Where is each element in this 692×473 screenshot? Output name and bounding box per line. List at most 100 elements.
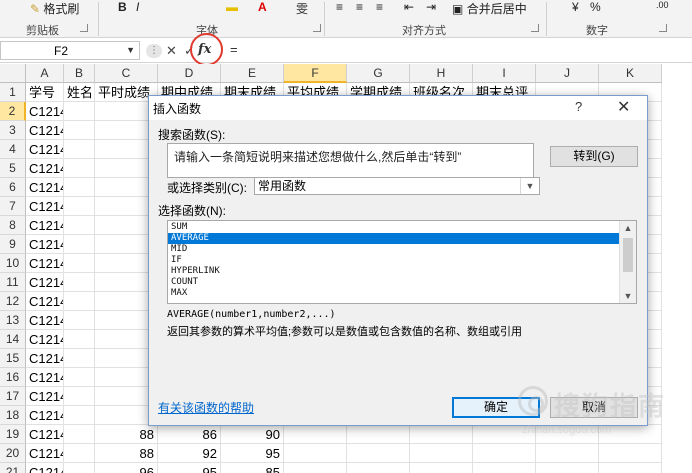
- score-cell[interactable]: 86: [158, 425, 221, 444]
- row-header[interactable]: 17: [0, 387, 26, 406]
- row-header[interactable]: 19: [0, 425, 26, 444]
- currency-icon[interactable]: ¥: [572, 0, 579, 16]
- row-header[interactable]: 8: [0, 216, 26, 235]
- align-center-icon[interactable]: ≡: [356, 0, 363, 16]
- merge-center-button[interactable]: ▣ 合并后居中: [452, 0, 527, 16]
- table-cell[interactable]: [347, 463, 410, 473]
- table-cell[interactable]: [64, 121, 95, 140]
- column-header[interactable]: J: [536, 64, 599, 83]
- formula-input[interactable]: =: [230, 42, 238, 57]
- student-id-cell[interactable]: C121401: [26, 102, 64, 121]
- table-cell[interactable]: [410, 425, 473, 444]
- column-header[interactable]: A: [26, 64, 64, 83]
- scroll-down-icon[interactable]: ▼: [620, 289, 636, 303]
- table-cell[interactable]: [64, 368, 95, 387]
- category-select[interactable]: 常用函数: [254, 177, 540, 195]
- name-box[interactable]: F2 ▼: [0, 41, 140, 60]
- table-cell[interactable]: [536, 463, 599, 473]
- decimal-icon[interactable]: .00: [656, 0, 669, 16]
- font-launcher-icon[interactable]: [313, 24, 321, 32]
- table-cell[interactable]: [410, 463, 473, 473]
- student-id-cell[interactable]: C121405: [26, 178, 64, 197]
- student-id-cell[interactable]: C121416: [26, 387, 64, 406]
- student-id-cell[interactable]: C121413: [26, 330, 64, 349]
- select-all-corner[interactable]: [0, 64, 26, 83]
- row-header[interactable]: 20: [0, 444, 26, 463]
- column-header[interactable]: H: [410, 64, 473, 83]
- close-icon[interactable]: ✕: [617, 97, 630, 117]
- chevron-down-icon[interactable]: ▼: [126, 45, 135, 55]
- row-header[interactable]: 16: [0, 368, 26, 387]
- indent-icon[interactable]: ⇤: [404, 0, 414, 16]
- cancel-formula-button[interactable]: ✕: [166, 43, 177, 59]
- row-header[interactable]: 13: [0, 311, 26, 330]
- function-list-item[interactable]: AVERAGE: [168, 233, 619, 244]
- row-header[interactable]: 18: [0, 406, 26, 425]
- header-cell[interactable]: 姓名: [64, 83, 95, 102]
- row-header[interactable]: 12: [0, 292, 26, 311]
- go-button[interactable]: 转到(G): [550, 146, 638, 167]
- student-id-cell[interactable]: C121410: [26, 273, 64, 292]
- table-cell[interactable]: [64, 463, 95, 473]
- student-id-cell[interactable]: C121409: [26, 254, 64, 273]
- table-cell[interactable]: [64, 273, 95, 292]
- format-painter-button[interactable]: ✎ 格式刷: [30, 0, 79, 16]
- chevron-down-icon[interactable]: ▼: [520, 178, 539, 194]
- alignment-launcher-icon[interactable]: [531, 24, 539, 32]
- search-function-input[interactable]: 请输入一条简短说明来描述您想做什么,然后单击“转到”: [167, 143, 534, 178]
- score-cell[interactable]: 88: [95, 444, 158, 463]
- student-id-cell[interactable]: C121407: [26, 216, 64, 235]
- function-list-item[interactable]: MAX: [168, 288, 619, 299]
- score-cell[interactable]: 95: [221, 444, 284, 463]
- row-header[interactable]: 5: [0, 159, 26, 178]
- align-right-icon[interactable]: ≡: [376, 0, 383, 16]
- table-cell[interactable]: [64, 197, 95, 216]
- font-color-icon[interactable]: A: [258, 0, 267, 16]
- student-id-cell[interactable]: C121408: [26, 235, 64, 254]
- function-list-item[interactable]: IF: [168, 255, 619, 266]
- row-header[interactable]: 1: [0, 83, 26, 102]
- row-header[interactable]: 10: [0, 254, 26, 273]
- column-header[interactable]: G: [347, 64, 410, 83]
- row-header[interactable]: 14: [0, 330, 26, 349]
- score-cell[interactable]: 92: [158, 444, 221, 463]
- student-id-cell[interactable]: C121420: [26, 463, 64, 473]
- student-id-cell[interactable]: C121406: [26, 197, 64, 216]
- score-cell[interactable]: 90: [221, 425, 284, 444]
- header-cell[interactable]: 学号: [26, 83, 64, 102]
- table-cell[interactable]: [64, 387, 95, 406]
- table-cell[interactable]: [599, 463, 662, 473]
- table-cell[interactable]: [64, 235, 95, 254]
- score-cell[interactable]: 85: [221, 463, 284, 473]
- table-cell[interactable]: [64, 292, 95, 311]
- number-launcher-icon[interactable]: [659, 24, 667, 32]
- student-id-cell[interactable]: C121411: [26, 292, 64, 311]
- score-cell[interactable]: 96: [95, 463, 158, 473]
- function-list-item[interactable]: COUNT: [168, 277, 619, 288]
- table-cell[interactable]: [64, 311, 95, 330]
- score-cell[interactable]: 95: [158, 463, 221, 473]
- table-cell[interactable]: [64, 178, 95, 197]
- column-header[interactable]: C: [95, 64, 158, 83]
- student-id-cell[interactable]: C121403: [26, 140, 64, 159]
- italic-button[interactable]: I: [136, 0, 139, 16]
- student-id-cell[interactable]: C121415: [26, 368, 64, 387]
- table-cell[interactable]: [64, 216, 95, 235]
- student-id-cell[interactable]: C121412: [26, 311, 64, 330]
- row-header[interactable]: 21: [0, 463, 26, 473]
- help-icon[interactable]: ?: [575, 99, 582, 114]
- function-list-item[interactable]: HYPERLINK: [168, 266, 619, 277]
- score-cell[interactable]: 88: [95, 425, 158, 444]
- row-header[interactable]: 3: [0, 121, 26, 140]
- table-cell[interactable]: [473, 463, 536, 473]
- table-cell[interactable]: [284, 425, 347, 444]
- student-id-cell[interactable]: C121404: [26, 159, 64, 178]
- column-header[interactable]: D: [158, 64, 221, 83]
- student-id-cell[interactable]: C121419: [26, 444, 64, 463]
- table-cell[interactable]: [64, 159, 95, 178]
- student-id-cell[interactable]: C121418: [26, 425, 64, 444]
- function-list-item[interactable]: SUM: [168, 222, 619, 233]
- outdent-icon[interactable]: ⇥: [426, 0, 436, 16]
- clipboard-launcher-icon[interactable]: [80, 24, 88, 32]
- table-cell[interactable]: [64, 330, 95, 349]
